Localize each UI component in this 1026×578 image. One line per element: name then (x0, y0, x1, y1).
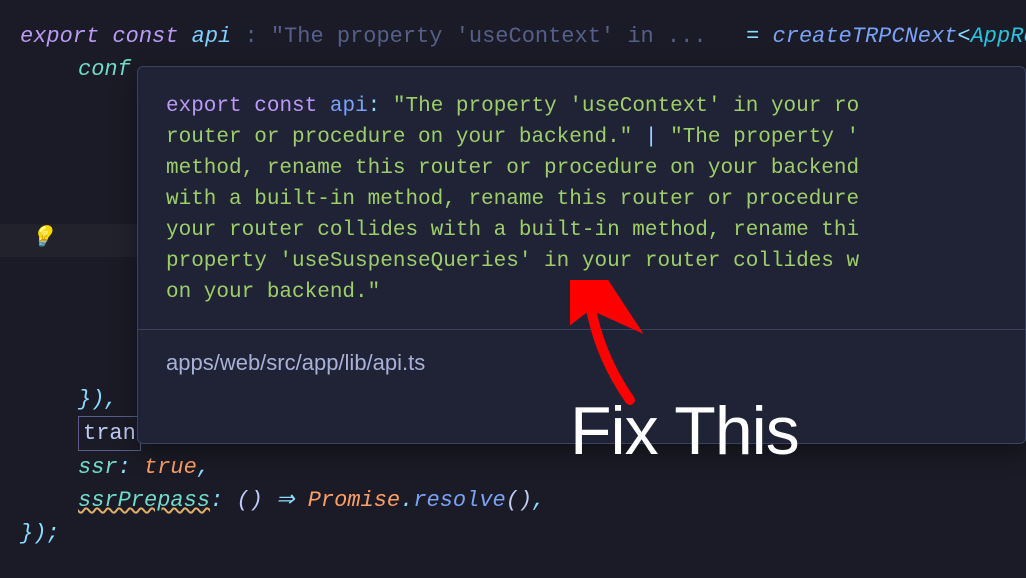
code-line-ssrprepass[interactable]: ssrPrepass: () ⇒ Promise.resolve(), (20, 484, 1026, 517)
inline-type-hint: : "The property 'useContext' in ... (244, 24, 706, 49)
tooltip-signature: export const api: "The property 'useCont… (166, 91, 997, 309)
lightbulb-icon[interactable]: 💡 (30, 224, 50, 244)
code-line-close[interactable]: }); (20, 517, 1026, 550)
code-line-ssr[interactable]: ssr: true, (20, 451, 1026, 484)
autocomplete-fragment: tran (78, 416, 141, 451)
annotation-text: Fix This (570, 380, 799, 482)
code-line-1[interactable]: export const api : "The property 'useCon… (20, 20, 1026, 53)
